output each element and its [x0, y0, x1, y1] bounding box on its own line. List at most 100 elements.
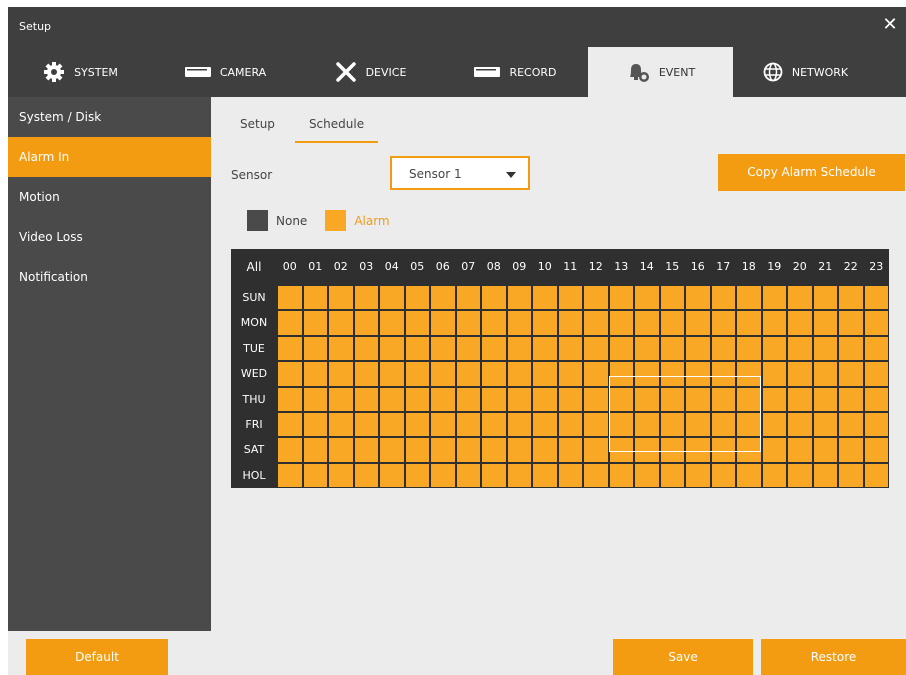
hour-header-05[interactable]: 05: [405, 249, 431, 285]
day-label-hol[interactable]: HOL: [231, 463, 277, 488]
schedule-cell-thu-21[interactable]: [812, 386, 838, 412]
hour-header-00[interactable]: 00: [277, 249, 303, 285]
default-button[interactable]: Default: [26, 639, 168, 675]
schedule-cell-tue-04[interactable]: [379, 335, 405, 362]
schedule-cell-sat-19[interactable]: [761, 437, 787, 463]
schedule-cell-mon-19[interactable]: [761, 310, 787, 336]
hour-header-06[interactable]: 06: [430, 249, 456, 285]
schedule-cell-wed-21[interactable]: [812, 361, 838, 387]
schedule-cell-mon-06[interactable]: [430, 310, 456, 336]
schedule-cell-fri-16[interactable]: [685, 411, 711, 438]
schedule-cell-sun-15[interactable]: [659, 285, 685, 311]
schedule-cell-hol-21[interactable]: [812, 462, 838, 489]
hour-header-02[interactable]: 02: [328, 249, 354, 285]
schedule-cell-mon-22[interactable]: [838, 310, 864, 336]
schedule-cell-tue-00[interactable]: [277, 335, 303, 362]
schedule-cell-tue-07[interactable]: [455, 335, 481, 362]
schedule-cell-sat-07[interactable]: [455, 437, 481, 463]
schedule-cell-mon-23[interactable]: [863, 310, 889, 336]
sidebar-item-notification[interactable]: Notification: [8, 257, 211, 297]
subtab-setup[interactable]: Setup: [226, 107, 289, 143]
schedule-cell-fri-15[interactable]: [659, 411, 685, 438]
schedule-cell-mon-08[interactable]: [481, 310, 507, 336]
schedule-cell-tue-08[interactable]: [481, 335, 507, 362]
schedule-cell-fri-21[interactable]: [812, 411, 838, 438]
schedule-cell-sun-19[interactable]: [761, 285, 787, 311]
schedule-cell-sun-12[interactable]: [583, 285, 609, 311]
hour-header-16[interactable]: 16: [685, 249, 711, 285]
close-icon[interactable]: ✕: [880, 14, 900, 35]
schedule-cell-mon-15[interactable]: [659, 310, 685, 336]
schedule-cell-thu-23[interactable]: [863, 386, 889, 412]
schedule-cell-wed-00[interactable]: [277, 361, 303, 387]
schedule-cell-tue-22[interactable]: [838, 335, 864, 362]
hour-header-18[interactable]: 18: [736, 249, 762, 285]
schedule-cell-thu-03[interactable]: [353, 386, 379, 412]
schedule-cell-mon-14[interactable]: [634, 310, 660, 336]
schedule-cell-sun-14[interactable]: [634, 285, 660, 311]
hour-header-13[interactable]: 13: [609, 249, 635, 285]
schedule-cell-wed-14[interactable]: [634, 361, 660, 387]
schedule-cell-wed-08[interactable]: [481, 361, 507, 387]
schedule-cell-mon-00[interactable]: [277, 310, 303, 336]
schedule-cell-mon-05[interactable]: [404, 310, 430, 336]
hour-header-15[interactable]: 15: [660, 249, 686, 285]
hour-header-10[interactable]: 10: [532, 249, 558, 285]
schedule-cell-tue-11[interactable]: [557, 335, 583, 362]
schedule-cell-wed-01[interactable]: [302, 361, 328, 387]
schedule-cell-sat-16[interactable]: [685, 437, 711, 463]
schedule-cell-sat-11[interactable]: [557, 437, 583, 463]
schedule-cell-sun-06[interactable]: [430, 285, 456, 311]
schedule-cell-thu-14[interactable]: [634, 386, 660, 412]
schedule-cell-mon-12[interactable]: [583, 310, 609, 336]
schedule-cell-fri-14[interactable]: [634, 411, 660, 438]
schedule-cell-fri-04[interactable]: [379, 411, 405, 438]
schedule-cell-fri-02[interactable]: [328, 411, 354, 438]
schedule-cell-thu-22[interactable]: [838, 386, 864, 412]
schedule-cell-wed-22[interactable]: [838, 361, 864, 387]
schedule-cell-hol-18[interactable]: [736, 462, 762, 489]
schedule-cell-thu-19[interactable]: [761, 386, 787, 412]
schedule-cell-fri-20[interactable]: [787, 411, 813, 438]
schedule-cell-sat-17[interactable]: [710, 437, 736, 463]
hour-header-12[interactable]: 12: [583, 249, 609, 285]
schedule-cell-sat-03[interactable]: [353, 437, 379, 463]
schedule-cell-hol-00[interactable]: [277, 462, 303, 489]
schedule-cell-wed-16[interactable]: [685, 361, 711, 387]
schedule-cell-sat-14[interactable]: [634, 437, 660, 463]
schedule-cell-sun-03[interactable]: [353, 285, 379, 311]
schedule-cell-hol-05[interactable]: [404, 462, 430, 489]
schedule-cell-sun-16[interactable]: [685, 285, 711, 311]
schedule-cell-wed-11[interactable]: [557, 361, 583, 387]
schedule-cell-sun-13[interactable]: [608, 285, 634, 311]
schedule-cell-sat-18[interactable]: [736, 437, 762, 463]
hour-header-17[interactable]: 17: [711, 249, 737, 285]
schedule-cell-mon-18[interactable]: [736, 310, 762, 336]
schedule-cell-sun-11[interactable]: [557, 285, 583, 311]
schedule-cell-sun-02[interactable]: [328, 285, 354, 311]
schedule-cell-sat-10[interactable]: [532, 437, 558, 463]
schedule-cell-tue-05[interactable]: [404, 335, 430, 362]
schedule-cell-hol-14[interactable]: [634, 462, 660, 489]
schedule-cell-tue-19[interactable]: [761, 335, 787, 362]
schedule-cell-thu-16[interactable]: [685, 386, 711, 412]
copy-alarm-schedule-button[interactable]: Copy Alarm Schedule: [718, 154, 905, 191]
sidebar-item-system-disk[interactable]: System / Disk: [8, 97, 211, 137]
schedule-cell-sat-04[interactable]: [379, 437, 405, 463]
schedule-cell-sun-05[interactable]: [404, 285, 430, 311]
day-label-tue[interactable]: TUE: [231, 336, 277, 361]
schedule-cell-sat-22[interactable]: [838, 437, 864, 463]
schedule-cell-fri-08[interactable]: [481, 411, 507, 438]
schedule-cell-fri-17[interactable]: [710, 411, 736, 438]
hour-header-23[interactable]: 23: [864, 249, 890, 285]
schedule-cell-thu-12[interactable]: [583, 386, 609, 412]
schedule-cell-sat-12[interactable]: [583, 437, 609, 463]
schedule-cell-thu-02[interactable]: [328, 386, 354, 412]
schedule-cell-hol-11[interactable]: [557, 462, 583, 489]
schedule-cell-hol-03[interactable]: [353, 462, 379, 489]
schedule-cell-hol-19[interactable]: [761, 462, 787, 489]
schedule-cell-wed-06[interactable]: [430, 361, 456, 387]
schedule-cell-hol-22[interactable]: [838, 462, 864, 489]
schedule-cell-wed-05[interactable]: [404, 361, 430, 387]
schedule-cell-tue-18[interactable]: [736, 335, 762, 362]
